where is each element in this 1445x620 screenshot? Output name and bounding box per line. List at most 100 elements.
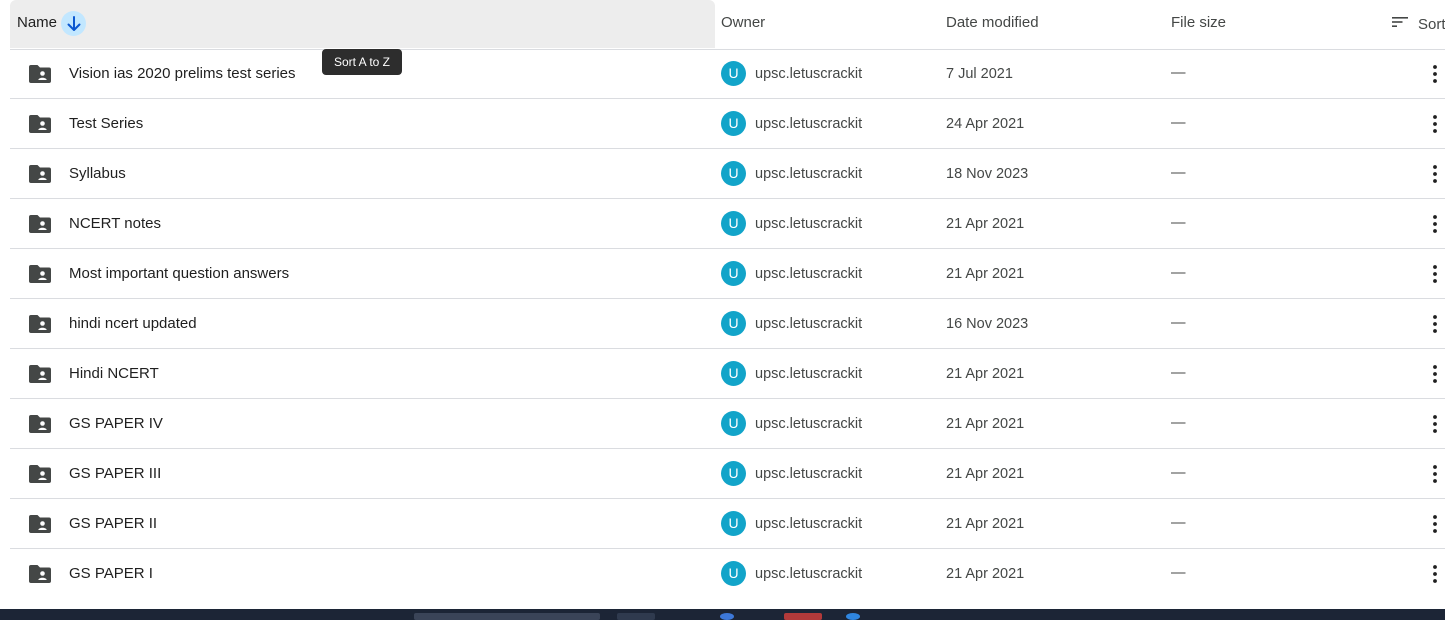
sort-button[interactable]: Sort: [1392, 12, 1445, 36]
file-size: —: [1171, 215, 1186, 231]
file-size: —: [1171, 365, 1186, 381]
file-size: —: [1171, 115, 1186, 131]
folder-name[interactable]: GS PAPER I: [69, 565, 153, 582]
file-size: —: [1171, 315, 1186, 331]
owner-name: upsc.letuscrackit: [755, 516, 863, 532]
folder-name[interactable]: Vision ias 2020 prelims test series: [69, 65, 296, 82]
folder-name[interactable]: GS PAPER IV: [69, 415, 163, 432]
taskbar: [0, 609, 1445, 620]
arrow-down-icon[interactable]: [61, 11, 86, 36]
sort-lines-icon: [1392, 15, 1408, 33]
taskbar-app-icon[interactable]: [846, 613, 860, 620]
more-actions-icon[interactable]: [1431, 513, 1439, 535]
owner-avatar: U: [721, 561, 746, 586]
owner-avatar: U: [721, 461, 746, 486]
date-modified: 21 Apr 2021: [946, 466, 1025, 482]
file-size: —: [1171, 65, 1186, 81]
more-actions-icon[interactable]: [1431, 363, 1439, 385]
date-modified: 24 Apr 2021: [946, 116, 1025, 132]
sort-label: Sort: [1418, 15, 1445, 33]
more-actions-icon[interactable]: [1431, 463, 1439, 485]
owner-avatar: U: [721, 311, 746, 336]
date-modified: 21 Apr 2021: [946, 366, 1025, 382]
file-row[interactable]: hindi ncert updated Uupsc.letuscrackit 16 …: [10, 299, 1445, 349]
owner-name: upsc.letuscrackit: [755, 166, 863, 182]
file-size-column-header[interactable]: File size: [1171, 14, 1226, 31]
owner-name: upsc.letuscrackit: [755, 366, 863, 382]
shared-folder-icon: [29, 314, 51, 334]
owner-name: upsc.letuscrackit: [755, 316, 863, 332]
more-actions-icon[interactable]: [1431, 213, 1439, 235]
file-row[interactable]: Syllabus Uupsc.letuscrackit 18 Nov 2023 —: [10, 149, 1445, 199]
file-list: Vision ias 2020 prelims test series Uupsc…: [10, 49, 1445, 598]
owner-avatar: U: [721, 411, 746, 436]
shared-folder-icon: [29, 114, 51, 134]
taskbar-app-icon[interactable]: [784, 613, 822, 620]
folder-name[interactable]: Most important question answers: [69, 265, 289, 282]
owner-name: upsc.letuscrackit: [755, 216, 863, 232]
date-modified: 21 Apr 2021: [946, 516, 1025, 532]
file-row[interactable]: GS PAPER I Uupsc.letuscrackit 21 Apr 2021 —: [10, 549, 1445, 598]
owner-column-header[interactable]: Owner: [721, 14, 765, 31]
shared-folder-icon: [29, 64, 51, 84]
file-size: —: [1171, 515, 1186, 531]
date-modified: 21 Apr 2021: [946, 566, 1025, 582]
more-actions-icon[interactable]: [1431, 313, 1439, 335]
shared-folder-icon: [29, 214, 51, 234]
more-actions-icon[interactable]: [1431, 413, 1439, 435]
folder-name[interactable]: Syllabus: [69, 165, 126, 182]
file-row[interactable]: GS PAPER II Uupsc.letuscrackit 21 Apr 2021…: [10, 499, 1445, 549]
taskbar-app-icon[interactable]: [720, 613, 734, 620]
owner-name: upsc.letuscrackit: [755, 466, 863, 482]
date-modified: 21 Apr 2021: [946, 266, 1025, 282]
file-size: —: [1171, 465, 1186, 481]
more-actions-icon[interactable]: [1431, 263, 1439, 285]
file-row[interactable]: GS PAPER IV Uupsc.letuscrackit 21 Apr 2021…: [10, 399, 1445, 449]
owner-name: upsc.letuscrackit: [755, 416, 863, 432]
file-row[interactable]: Most important question answers Uupsc.let…: [10, 249, 1445, 299]
file-row[interactable]: GS PAPER III Uupsc.letuscrackit 21 Apr 202…: [10, 449, 1445, 499]
more-actions-icon[interactable]: [1431, 563, 1439, 585]
shared-folder-icon: [29, 464, 51, 484]
file-list-header: Name Owner Date modified File size Sort: [10, 0, 1445, 50]
shared-folder-icon: [29, 564, 51, 584]
date-modified: 21 Apr 2021: [946, 416, 1025, 432]
name-column-label: Name: [17, 14, 58, 31]
owner-name: upsc.letuscrackit: [755, 116, 863, 132]
more-actions-icon[interactable]: [1431, 63, 1439, 85]
file-size: —: [1171, 415, 1186, 431]
file-row[interactable]: NCERT notes Uupsc.letuscrackit 21 Apr 2021…: [10, 199, 1445, 249]
folder-name[interactable]: NCERT notes: [69, 215, 161, 232]
folder-name[interactable]: Test Series: [69, 115, 143, 132]
shared-folder-icon: [29, 414, 51, 434]
file-size: —: [1171, 165, 1186, 181]
file-row[interactable]: Vision ias 2020 prelims test series Uupsc…: [10, 49, 1445, 99]
file-size: —: [1171, 265, 1186, 281]
owner-name: upsc.letuscrackit: [755, 66, 863, 82]
taskbar-app-icon[interactable]: [617, 613, 655, 620]
owner-avatar: U: [721, 261, 746, 286]
file-row[interactable]: Hindi NCERT Uupsc.letuscrackit 21 Apr 2021…: [10, 349, 1445, 399]
date-modified: 16 Nov 2023: [946, 316, 1029, 332]
date-modified-column-header[interactable]: Date modified: [946, 14, 1039, 31]
folder-name[interactable]: GS PAPER II: [69, 515, 157, 532]
shared-folder-icon: [29, 264, 51, 284]
taskbar-search-box[interactable]: [414, 613, 600, 620]
date-modified: 18 Nov 2023: [946, 166, 1029, 182]
date-modified: 21 Apr 2021: [946, 216, 1025, 232]
owner-avatar: U: [721, 511, 746, 536]
folder-name[interactable]: Hindi NCERT: [69, 365, 159, 382]
file-row[interactable]: Test Series Uupsc.letuscrackit 24 Apr 2021…: [10, 99, 1445, 149]
date-modified: 7 Jul 2021: [946, 66, 1013, 82]
shared-folder-icon: [29, 164, 51, 184]
shared-folder-icon: [29, 364, 51, 384]
more-actions-icon[interactable]: [1431, 113, 1439, 135]
owner-name: upsc.letuscrackit: [755, 266, 863, 282]
owner-name: upsc.letuscrackit: [755, 566, 863, 582]
folder-name[interactable]: hindi ncert updated: [69, 315, 197, 332]
more-actions-icon[interactable]: [1431, 163, 1439, 185]
owner-avatar: U: [721, 211, 746, 236]
name-column-header[interactable]: Name: [10, 0, 715, 48]
folder-name[interactable]: GS PAPER III: [69, 465, 161, 482]
shared-folder-icon: [29, 514, 51, 534]
